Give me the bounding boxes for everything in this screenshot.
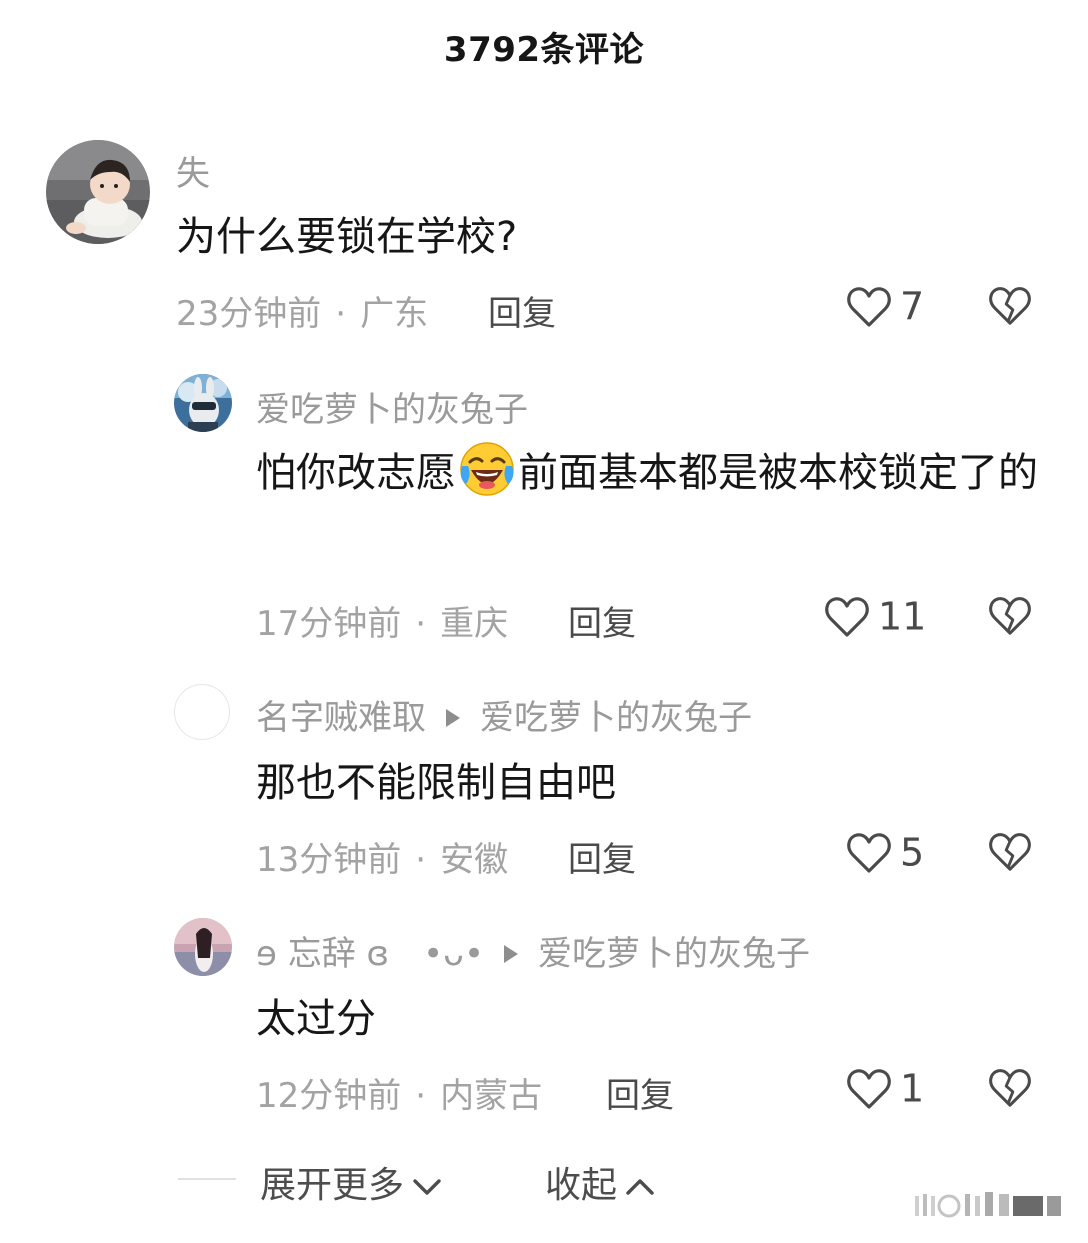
- comment-username-line: 名字贼难取 爱吃萝卜的灰兔子: [256, 690, 752, 739]
- expand-more-button[interactable]: 展开更多: [260, 1156, 442, 1208]
- meta-separator: ·: [335, 294, 347, 334]
- comment-text-part: 前面基本都是被本校锁定了的: [518, 450, 1038, 496]
- reply-target-username[interactable]: 爱吃萝卜的灰兔子: [538, 934, 810, 974]
- comment-meta: 23分钟前 · 广东: [176, 286, 428, 335]
- comment-location: 内蒙古: [440, 1076, 543, 1116]
- dislike-button[interactable]: [988, 594, 1032, 642]
- comment-text: 那也不能限制自由吧: [256, 760, 616, 806]
- comment-location: 广东: [360, 294, 429, 334]
- like-button[interactable]: 5: [846, 828, 924, 875]
- comment-meta: 13分钟前 · 安徽: [256, 832, 508, 881]
- like-count: 7: [900, 284, 925, 329]
- like-count: 5: [900, 830, 925, 875]
- chevron-up-icon: [626, 1179, 654, 1195]
- comment-username-line: ɘ 忘辞 ɞ •ᴗ• 爱吃萝卜的灰兔子: [256, 926, 810, 975]
- reply-target-username[interactable]: 爱吃萝卜的灰兔子: [480, 698, 752, 738]
- meta-separator: ·: [415, 1076, 427, 1116]
- heart-outline-icon: [847, 1068, 891, 1109]
- meta-separator: ·: [415, 840, 427, 880]
- comment-text-part: 怕你改志愿: [256, 450, 456, 496]
- laughing-crying-emoji-icon: [460, 442, 514, 496]
- meta-separator: ·: [415, 604, 427, 644]
- expand-more-label: 展开更多: [260, 1165, 405, 1206]
- like-button[interactable]: 7: [846, 282, 924, 329]
- comment-time: 13分钟前: [256, 840, 402, 880]
- comment-location: 安徽: [440, 840, 509, 880]
- avatar[interactable]: [46, 140, 150, 244]
- reply-arrow-icon: [446, 708, 460, 727]
- reply-arrow-icon: [504, 944, 519, 963]
- dislike-button[interactable]: [988, 830, 1032, 878]
- avatar[interactable]: [174, 684, 230, 740]
- broken-heart-icon: [989, 597, 1031, 635]
- avatar[interactable]: [174, 374, 232, 432]
- dislike-button[interactable]: [988, 284, 1032, 332]
- reply-button[interactable]: 回复: [606, 1068, 674, 1117]
- comment-meta: 17分钟前 · 重庆: [256, 596, 508, 645]
- dislike-button[interactable]: [988, 1066, 1032, 1114]
- comment-username[interactable]: 爱吃萝卜的灰兔子: [256, 382, 528, 431]
- watermark-logo: [915, 1190, 1065, 1234]
- reply-button[interactable]: 回复: [568, 596, 636, 645]
- like-count: 1: [900, 1066, 925, 1111]
- broken-heart-icon: [989, 287, 1031, 325]
- chevron-down-icon: [413, 1179, 441, 1195]
- comment-meta: 12分钟前 · 内蒙古: [256, 1068, 542, 1117]
- heart-outline-icon: [847, 286, 891, 327]
- reply-button[interactable]: 回复: [488, 286, 556, 335]
- comment-time: 12分钟前: [256, 1076, 402, 1116]
- comment-time: 23分钟前: [176, 294, 322, 334]
- comment-username[interactable]: ɘ 忘辞 ɞ •ᴗ•: [256, 934, 484, 974]
- broken-heart-icon: [989, 833, 1031, 871]
- page-title: 3792条评论: [443, 30, 645, 70]
- divider-line: [178, 1178, 236, 1180]
- broken-heart-icon: [989, 1069, 1031, 1107]
- like-button[interactable]: 1: [846, 1064, 924, 1111]
- like-count: 11: [878, 594, 927, 639]
- heart-outline-icon: [825, 596, 869, 637]
- comment-username[interactable]: 失: [176, 146, 210, 195]
- collapse-button[interactable]: 收起: [545, 1156, 655, 1208]
- reply-button[interactable]: 回复: [568, 832, 636, 881]
- comment-text: 怕你改志愿 前面基本都是被本校锁定了的: [256, 436, 1056, 510]
- comment-text: 为什么要锁在学校?: [176, 214, 518, 260]
- comment-username[interactable]: 名字贼难取: [256, 698, 426, 738]
- heart-outline-icon: [847, 832, 891, 873]
- comment-text: 太过分: [256, 996, 376, 1042]
- comment-time: 17分钟前: [256, 604, 402, 644]
- like-button[interactable]: 11: [824, 592, 926, 639]
- avatar[interactable]: [174, 918, 232, 976]
- collapse-label: 收起: [545, 1165, 618, 1206]
- comment-location: 重庆: [440, 604, 509, 644]
